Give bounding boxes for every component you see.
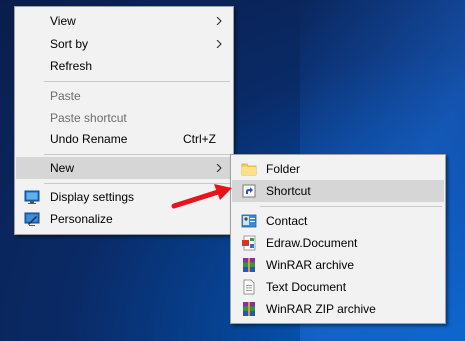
menu-separator (44, 154, 230, 155)
menu-item-label: New (50, 161, 75, 175)
submenu-item-edraw-document[interactable]: Edraw.Document (232, 232, 444, 254)
folder-icon (241, 163, 257, 176)
menu-item-label: Display settings (50, 190, 135, 204)
winrar-zip-icon (243, 302, 255, 316)
chevron-right-icon (216, 164, 222, 172)
menu-item-label: Sort by (50, 37, 89, 51)
keyboard-shortcut: Ctrl+Z (183, 132, 216, 146)
shortcut-icon (242, 184, 256, 198)
menu-separator (44, 81, 230, 82)
menu-item-label: Shortcut (266, 184, 311, 198)
display-icon (24, 190, 40, 204)
winrar-icon (243, 258, 255, 272)
menu-item-label: Edraw.Document (266, 236, 358, 250)
menu-item-paste-shortcut[interactable]: Paste shortcut (16, 107, 232, 129)
menu-item-label: Refresh (50, 59, 93, 73)
chevron-right-icon (216, 40, 222, 48)
new-submenu: Folder Shortcut Contact Edraw.Document W… (230, 154, 446, 324)
menu-item-label: Personalize (50, 212, 113, 226)
menu-item-view[interactable]: View (16, 10, 232, 32)
submenu-item-shortcut[interactable]: Shortcut (232, 180, 444, 202)
personalize-icon (24, 212, 40, 226)
menu-item-label: WinRAR archive (266, 258, 355, 272)
menu-item-label: Paste shortcut (50, 111, 127, 125)
text-document-icon (243, 279, 255, 295)
red-arrow-annotation (171, 184, 232, 209)
submenu-item-folder[interactable]: Folder (232, 158, 444, 180)
submenu-item-winrar-zip-archive[interactable]: WinRAR ZIP archive (232, 298, 444, 320)
submenu-item-text-document[interactable]: Text Document (232, 276, 444, 298)
menu-item-label: Contact (266, 214, 308, 228)
menu-item-sort-by[interactable]: Sort by (16, 33, 232, 55)
menu-separator (260, 206, 442, 207)
menu-item-new[interactable]: New (16, 157, 232, 179)
chevron-right-icon (216, 17, 222, 25)
menu-item-label: Undo Rename (50, 132, 128, 146)
menu-item-label: Paste (50, 89, 81, 103)
contact-icon (241, 214, 257, 228)
submenu-item-contact[interactable]: Contact (232, 210, 444, 232)
menu-item-label: View (50, 14, 76, 28)
menu-item-undo-rename[interactable]: Undo Rename Ctrl+Z (16, 128, 232, 150)
submenu-item-winrar-archive[interactable]: WinRAR archive (232, 254, 444, 276)
menu-item-refresh[interactable]: Refresh (16, 55, 232, 77)
menu-item-label: Folder (266, 162, 301, 176)
menu-item-label: WinRAR ZIP archive (266, 302, 376, 316)
edraw-document-icon (242, 235, 256, 251)
menu-item-paste[interactable]: Paste (16, 85, 232, 107)
menu-item-label: Text Document (266, 280, 347, 294)
